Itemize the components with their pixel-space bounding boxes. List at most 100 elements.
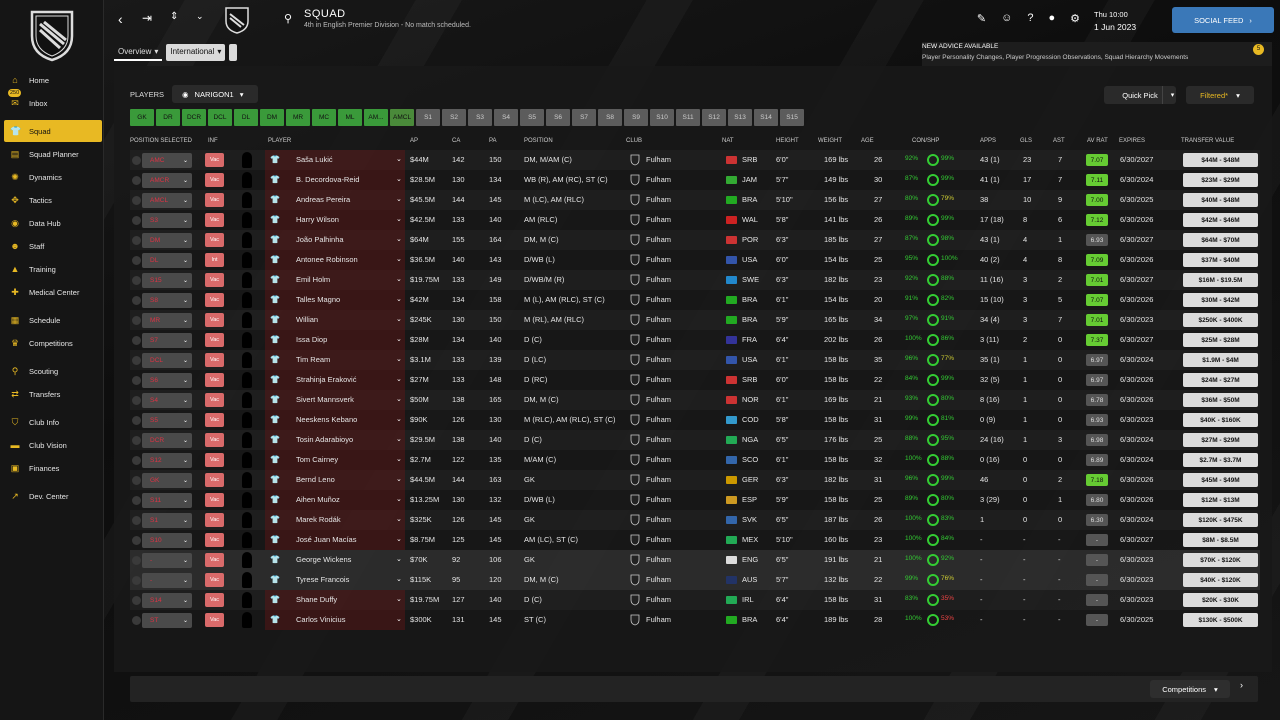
position-selector[interactable]: S15 ⌄ (142, 273, 192, 288)
chevron-down-icon[interactable]: ⌄ (396, 595, 402, 603)
position-filter-s3[interactable]: S3 (468, 109, 493, 126)
table-row[interactable]: S11 ⌄ Vac 👕 Aihen Muñoz ⌄ $13.25M 130 132 D/WB (L… (130, 490, 1260, 510)
position-selector[interactable]: S4 ⌄ (142, 393, 192, 408)
table-row[interactable]: DM ⌄ Vac 👕 João Palhinha ⌄ $64M 155 164 DM, M (C)… (130, 230, 1260, 250)
table-row[interactable]: S1 ⌄ Vac 👕 Marek Rodák ⌄ $325K 126 145 GK Fulham SV… (130, 510, 1260, 530)
position-filter-s4[interactable]: S4 (494, 109, 519, 126)
help-icon[interactable]: ? (1027, 12, 1033, 25)
chevron-down-icon[interactable]: ⌄ (396, 295, 402, 303)
position-selector[interactable]: S3 ⌄ (142, 213, 192, 228)
inf-status-badge[interactable]: Vac (205, 373, 224, 387)
tab-blank[interactable] (229, 44, 238, 61)
position-selector[interactable]: ST ⌄ (142, 613, 192, 628)
position-filter-s11[interactable]: S11 (676, 109, 701, 126)
row-select-checkbox[interactable] (132, 516, 141, 525)
chevron-down-icon[interactable]: ⌄ (396, 575, 402, 583)
position-filter-s14[interactable]: S14 (754, 109, 779, 126)
chevron-down-icon[interactable]: ⌄ (396, 475, 402, 483)
position-filter-dcr[interactable]: DCR (182, 109, 206, 126)
chevron-down-icon[interactable]: ⌄ (396, 215, 402, 223)
player-name[interactable]: Harry Wilson (296, 215, 339, 224)
table-row[interactable]: S7 ⌄ Vac 👕 Issa Diop ⌄ $28M 134 140 D (C) Fulham FR… (130, 330, 1260, 350)
position-selector[interactable]: S1 ⌄ (142, 513, 192, 528)
row-select-checkbox[interactable] (132, 536, 141, 545)
position-selector[interactable]: - ⌄ (142, 553, 192, 568)
row-select-checkbox[interactable] (132, 616, 141, 625)
tab-overview[interactable]: Overview ▾ (114, 44, 163, 61)
player-name[interactable]: Tosin Adarabioyo (296, 435, 353, 444)
table-row[interactable]: S4 ⌄ Vac 👕 Sivert Mannsverk ⌄ $50M 138 165 DM, M … (130, 390, 1260, 410)
chevron-down-icon[interactable]: ⌄ (396, 175, 402, 183)
player-club[interactable]: Fulham (646, 235, 671, 244)
social-feed-button[interactable]: SOCIAL FEED › (1172, 7, 1274, 33)
player-transfer-value[interactable]: $36M - $50M (1183, 393, 1258, 407)
inf-status-badge[interactable]: Vac (205, 153, 224, 167)
row-select-checkbox[interactable] (132, 256, 141, 265)
player-club[interactable]: Fulham (646, 455, 671, 464)
chevron-down-icon[interactable]: ⌄ (396, 455, 402, 463)
table-row[interactable]: DCL ⌄ Vac 👕 Tim Ream ⌄ $3.1M 133 139 D (LC) Fulham… (130, 350, 1260, 370)
col-position[interactable]: POSITION (524, 138, 553, 144)
chevron-down-icon[interactable]: ⌄ (396, 355, 402, 363)
player-transfer-value[interactable]: $70K - $120K (1183, 553, 1258, 567)
player-club[interactable]: Fulham (646, 535, 671, 544)
chevron-down-icon[interactable]: ⌄ (396, 615, 402, 623)
filter-button[interactable]: Filtered* ▾ (1186, 86, 1254, 104)
col-height[interactable]: HEIGHT (776, 138, 799, 144)
up-down-icon[interactable]: ⇕ (170, 11, 178, 22)
chevron-down-icon[interactable]: ⌄ (396, 555, 402, 563)
player-club[interactable]: Fulham (646, 595, 671, 604)
player-name[interactable]: Carlos Vinicius (296, 615, 345, 624)
player-club[interactable]: Fulham (646, 155, 671, 164)
chevron-down-icon[interactable]: ⌄ (396, 315, 402, 323)
table-row[interactable]: S3 ⌄ Vac 👕 Harry Wilson ⌄ $42.5M 133 140 AM (RLC)… (130, 210, 1260, 230)
sidebar-item-club-vision[interactable]: ▬ Club Vision (4, 434, 102, 456)
row-select-checkbox[interactable] (132, 296, 141, 305)
inf-status-badge[interactable]: Vac (205, 593, 224, 607)
player-transfer-value[interactable]: $130K - $500K (1183, 613, 1258, 627)
col-weight[interactable]: WEIGHT (818, 138, 842, 144)
position-selector[interactable]: DCL ⌄ (142, 353, 192, 368)
chevron-down-icon[interactable]: ⌄ (396, 415, 402, 423)
position-selector[interactable]: S14 ⌄ (142, 593, 192, 608)
table-row[interactable]: S15 ⌄ Vac 👕 Emil Holm ⌄ $19.75M 133 149 D/WB/M (R… (130, 270, 1260, 290)
position-filter-s8[interactable]: S8 (598, 109, 623, 126)
row-select-checkbox[interactable] (132, 396, 141, 405)
col-ca[interactable]: CA (452, 138, 460, 144)
position-filter-s1[interactable]: S1 (416, 109, 441, 126)
player-transfer-value[interactable]: $40K - $120K (1183, 573, 1258, 587)
inf-status-badge[interactable]: Vac (205, 353, 224, 367)
player-transfer-value[interactable]: $8M - $8.5M (1183, 533, 1258, 547)
player-club[interactable]: Fulham (646, 475, 671, 484)
inf-status-badge[interactable]: Vac (205, 433, 224, 447)
player-transfer-value[interactable]: $250K - $400K (1183, 313, 1258, 327)
advice-banner[interactable]: NEW ADVICE AVAILABLE Player Personality … (922, 42, 1272, 66)
player-club[interactable]: Fulham (646, 315, 671, 324)
player-name[interactable]: Saša Lukić (296, 155, 333, 164)
position-filter-s2[interactable]: S2 (442, 109, 467, 126)
inf-status-badge[interactable]: Int (205, 253, 224, 267)
player-name[interactable]: George Wickens (296, 555, 351, 564)
player-club[interactable]: Fulham (646, 375, 671, 384)
position-filter-s13[interactable]: S13 (728, 109, 753, 126)
chevron-down-icon[interactable]: ⌄ (396, 335, 402, 343)
position-filter-dcl[interactable]: DCL (208, 109, 232, 126)
sidebar-item-home[interactable]: ⌂ Home (4, 69, 102, 91)
chevron-down-icon[interactable]: ⌄ (196, 11, 204, 22)
position-filter-dm[interactable]: DM (260, 109, 284, 126)
player-transfer-value[interactable]: $40K - $160K (1183, 413, 1258, 427)
chevron-down-icon[interactable]: ⌄ (396, 375, 402, 383)
row-select-checkbox[interactable] (132, 596, 141, 605)
sidebar-item-inbox[interactable]: ✉ Inbox 250 (4, 89, 102, 114)
player-transfer-value[interactable]: $64M - $70M (1183, 233, 1258, 247)
row-select-checkbox[interactable] (132, 276, 141, 285)
player-transfer-value[interactable]: $1.9M - $4M (1183, 353, 1258, 367)
table-row[interactable]: S10 ⌄ Vac 👕 José Juan Macías ⌄ $8.75M 125 145 AM … (130, 530, 1260, 550)
position-selector[interactable]: S11 ⌄ (142, 493, 192, 508)
player-club[interactable]: Fulham (646, 495, 671, 504)
position-filter-s10[interactable]: S10 (650, 109, 675, 126)
club-crest-icon[interactable] (28, 8, 76, 62)
player-name[interactable]: José Juan Macías (296, 535, 356, 544)
table-row[interactable]: MR ⌄ Vac 👕 Willian ⌄ $245K 130 150 M (RL), AM (RL… (130, 310, 1260, 330)
row-select-checkbox[interactable] (132, 236, 141, 245)
